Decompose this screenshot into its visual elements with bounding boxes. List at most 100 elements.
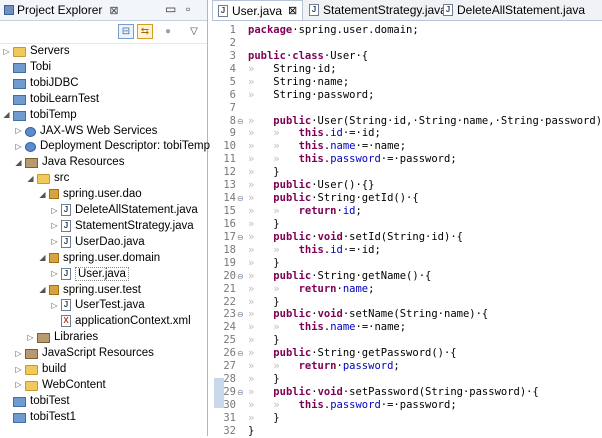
tree-item[interactable]: Tobi bbox=[2, 59, 51, 75]
collapsed-arrow-icon[interactable]: ▷ bbox=[50, 221, 59, 230]
tree-item[interactable]: tobiTest1 bbox=[2, 409, 76, 425]
tree-item[interactable]: ◢ spring.user.dao bbox=[38, 186, 142, 202]
editor-tab[interactable]: J User.java ⊠ bbox=[212, 0, 304, 20]
collapsed-arrow-icon[interactable]: ▷ bbox=[14, 126, 23, 135]
tree-item[interactable]: ▷ Libraries bbox=[26, 329, 98, 345]
minimize-icon[interactable]: ▭ bbox=[165, 2, 176, 16]
fold-collapse-icon[interactable]: ⊖ bbox=[237, 231, 245, 244]
code-line[interactable]: » String·password; bbox=[248, 89, 374, 102]
collapsed-arrow-icon[interactable]: ▷ bbox=[14, 142, 23, 151]
editor-tab[interactable]: J DeleteAllStatement.java bbox=[438, 0, 590, 20]
tree-item[interactable]: ▷ build bbox=[14, 361, 66, 377]
close-tab-icon[interactable]: ⊠ bbox=[288, 4, 297, 17]
view-menu-chevron-icon[interactable]: ▽ bbox=[186, 24, 202, 39]
code-line[interactable]: » public·void·setPassword(String·passwor… bbox=[248, 386, 539, 399]
fold-collapse-icon[interactable]: ⊖ bbox=[237, 308, 245, 321]
expanded-arrow-icon[interactable]: ◢ bbox=[2, 110, 11, 119]
code-line[interactable]: » » this.id·=·id; bbox=[248, 127, 381, 140]
code-line[interactable]: package·spring.user.domain; bbox=[248, 24, 419, 37]
tree-item[interactable]: ◢ src bbox=[26, 170, 69, 186]
tree-item-label: spring.user.dao bbox=[63, 188, 142, 201]
tree-item[interactable]: tobiLearnTest bbox=[2, 91, 99, 107]
project-explorer-tab[interactable]: Project Explorer ⊠ bbox=[0, 0, 123, 20]
code-editor[interactable]: package·spring.user.domain; public·class·… bbox=[248, 21, 602, 437]
fold-collapse-icon[interactable]: ⊖ bbox=[237, 115, 245, 128]
code-line[interactable]: » public·void·setId(String·id)·{ bbox=[248, 231, 463, 244]
tree-item-label: tobiTest1 bbox=[30, 410, 77, 423]
tree-item[interactable]: ▷ WebContent bbox=[14, 377, 106, 393]
keyword-token: return bbox=[298, 205, 337, 218]
code-line[interactable]: » public·void·setName(String·name)·{ bbox=[248, 308, 488, 321]
code-line[interactable]: » String·name; bbox=[248, 76, 349, 89]
tree-item[interactable]: ◢ tobiTemp bbox=[2, 107, 77, 123]
code-line[interactable]: » » this.password·=·password; bbox=[248, 399, 457, 412]
code-line[interactable]: » public·String·getName()·{ bbox=[248, 270, 431, 283]
code-line[interactable]: » } bbox=[248, 334, 280, 347]
expanded-arrow-icon[interactable]: ◢ bbox=[14, 158, 23, 167]
code-line[interactable]: » » this.name·=·name; bbox=[248, 321, 406, 334]
code-line[interactable]: » » this.id·=·id; bbox=[248, 244, 381, 257]
code-line[interactable]: » String·id; bbox=[248, 63, 337, 76]
code-line[interactable]: » » return·password; bbox=[248, 360, 400, 373]
editor-tab[interactable]: J StatementStrategy.java bbox=[304, 0, 452, 20]
view-menu-options-icon[interactable]: ● bbox=[160, 24, 176, 39]
whitespace-marker: » » bbox=[248, 153, 299, 166]
code-line[interactable]: » » return·name; bbox=[248, 283, 374, 296]
tree-item[interactable]: ▷ J StatementStrategy.java bbox=[50, 218, 194, 234]
collapsed-arrow-icon[interactable]: ▷ bbox=[2, 47, 11, 56]
tree-item[interactable]: XapplicationContext.xml bbox=[50, 313, 191, 329]
code-line[interactable]: » } bbox=[248, 218, 280, 231]
code-line[interactable]: » } bbox=[248, 412, 280, 425]
code-line[interactable]: » } bbox=[248, 373, 280, 386]
collapsed-arrow-icon[interactable]: ▷ bbox=[50, 206, 59, 215]
collapse-all-icon[interactable]: ⊟ bbox=[118, 24, 134, 39]
collapsed-arrow-icon[interactable]: ▷ bbox=[14, 380, 23, 389]
fold-collapse-icon[interactable]: ⊖ bbox=[237, 386, 245, 399]
tree-item[interactable]: ▷ JavaScript Resources bbox=[14, 345, 154, 361]
expanded-arrow-icon[interactable]: ◢ bbox=[38, 190, 47, 199]
code-line[interactable]: » public·String·getPassword()·{ bbox=[248, 347, 457, 360]
tree-item[interactable]: ◢ Java Resources bbox=[14, 154, 124, 170]
tree-item[interactable]: tobiJDBC bbox=[2, 75, 79, 91]
whitespace-marker: » » bbox=[248, 321, 299, 334]
tree-item[interactable]: ▷ J UserDao.java bbox=[50, 234, 145, 250]
editor-tab-label: StatementStrategy.java bbox=[323, 3, 447, 17]
tree-item[interactable]: tobiTest bbox=[2, 393, 70, 409]
maximize-icon[interactable]: ▫ bbox=[186, 2, 190, 16]
close-icon[interactable]: ⊠ bbox=[109, 4, 118, 17]
expanded-arrow-icon[interactable]: ◢ bbox=[38, 285, 47, 294]
whitespace-marker: » bbox=[248, 256, 274, 269]
fold-collapse-icon[interactable]: ⊖ bbox=[237, 347, 245, 360]
line-number: 7 bbox=[229, 101, 236, 114]
tree-item[interactable]: ▷ JAX-WS Web Services bbox=[14, 123, 157, 139]
collapsed-arrow-icon[interactable]: ▷ bbox=[14, 349, 23, 358]
collapsed-arrow-icon[interactable]: ▷ bbox=[14, 365, 23, 374]
code-line[interactable]: public·class·User·{ bbox=[248, 50, 368, 63]
collapsed-arrow-icon[interactable]: ▷ bbox=[50, 301, 59, 310]
collapsed-arrow-icon[interactable]: ▷ bbox=[50, 237, 59, 246]
code-line[interactable]: » } bbox=[248, 257, 280, 270]
tree-item[interactable]: ▷ J UserTest.java bbox=[50, 297, 145, 313]
tree-item[interactable]: ◢ spring.user.test bbox=[38, 282, 141, 298]
tree-item[interactable]: ▷ Deployment Descriptor: tobiTemp bbox=[14, 138, 210, 154]
collapsed-arrow-icon[interactable]: ▷ bbox=[50, 269, 59, 278]
code-line[interactable]: » } bbox=[248, 296, 280, 309]
code-line[interactable]: » } bbox=[248, 166, 280, 179]
link-with-editor-icon[interactable]: ⇆ bbox=[137, 24, 153, 39]
expanded-arrow-icon[interactable]: ◢ bbox=[26, 174, 35, 183]
expanded-arrow-icon[interactable]: ◢ bbox=[38, 253, 47, 262]
code-line[interactable]: » public·User()·{} bbox=[248, 179, 374, 192]
fold-collapse-icon[interactable]: ⊖ bbox=[237, 270, 245, 283]
code-line[interactable]: » public·User(String·id,·String·name,·St… bbox=[248, 115, 602, 128]
code-line[interactable]: » » return·id; bbox=[248, 205, 362, 218]
code-line[interactable]: » public·String·getId()·{ bbox=[248, 192, 419, 205]
tree-item[interactable]: ▷ J DeleteAllStatement.java bbox=[50, 202, 198, 218]
whitespace-marker: » » bbox=[248, 127, 299, 140]
collapsed-arrow-icon[interactable]: ▷ bbox=[26, 333, 35, 342]
fold-collapse-icon[interactable]: ⊖ bbox=[237, 192, 245, 205]
code-line[interactable]: » » this.password·=·password; bbox=[248, 153, 457, 166]
tree-item[interactable]: ◢ spring.user.domain bbox=[38, 250, 160, 266]
code-line[interactable]: » » this.name·=·name; bbox=[248, 140, 406, 153]
tree-item[interactable]: ▷ Servers bbox=[2, 43, 70, 59]
tree-item[interactable]: ▷ J User.java bbox=[50, 266, 129, 282]
